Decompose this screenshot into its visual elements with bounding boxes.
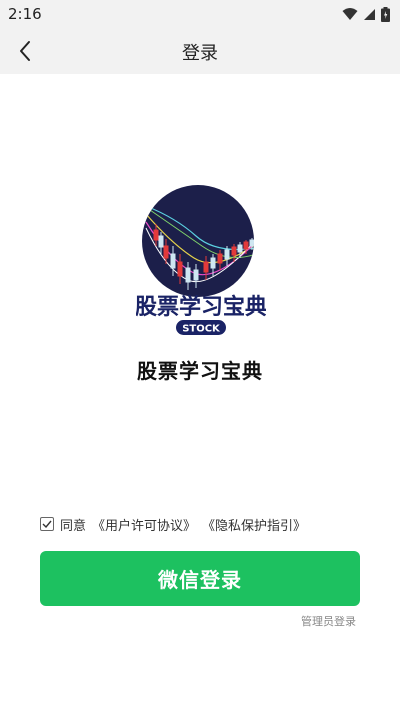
wifi-icon [342,8,358,20]
app-logo: 股票学习宝典 STOCK [135,184,267,336]
agreement-row: 同意 《用户许可协议》 《隐私保护指引》 [40,514,306,534]
check-icon [42,520,52,528]
agree-prefix: 同意 [60,518,87,534]
admin-login-link[interactable]: 管理员登录 [301,613,356,629]
wechat-login-button[interactable]: 微信登录 [40,551,360,606]
agree-checkbox[interactable] [40,517,54,531]
signal-icon [364,8,375,20]
status-icons [342,6,390,22]
page-title: 登录 [182,43,218,64]
battery-icon [381,6,390,22]
logo-title: 股票学习宝典 [136,294,266,320]
privacy-link[interactable]: 《隐私保护指引》 [202,515,306,534]
status-bar: 2:16 [0,0,400,28]
nav-bar: 登录 [0,28,400,74]
app-name: 股票学习宝典 [137,359,263,383]
status-time: 2:16 [8,5,42,23]
logo-badge: STOCK [182,324,221,335]
logo-chart-image: 股票学习宝典 STOCK [135,185,267,335]
user-agreement-link[interactable]: 《用户许可协议》 [92,515,196,534]
